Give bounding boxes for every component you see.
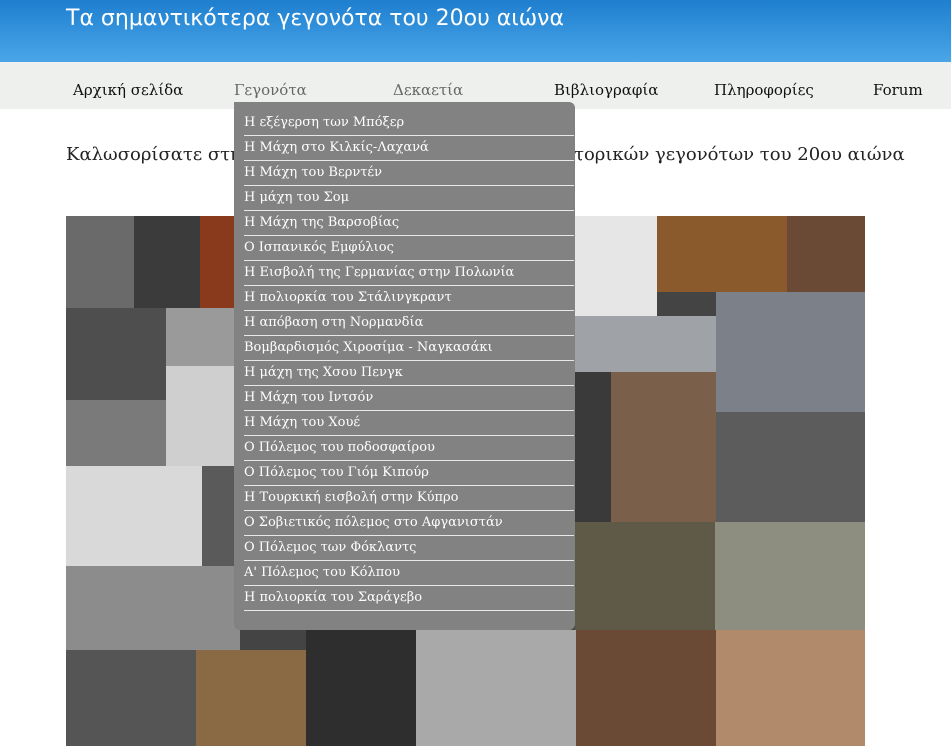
nav-decades[interactable]: Δεκαετία bbox=[393, 81, 463, 99]
collage-photo bbox=[134, 216, 200, 308]
collage-photo bbox=[716, 630, 865, 746]
dropdown-item-verdun[interactable]: Η Μάχη του Βερντέν bbox=[244, 161, 574, 186]
welcome-text-left: Καλωσορίσατε στη bbox=[66, 144, 241, 165]
dropdown-item-boxer-rebellion[interactable]: Η εξέγερση των Μπόξερ bbox=[244, 111, 574, 136]
collage-photo bbox=[66, 308, 166, 400]
dropdown-item-huaihai[interactable]: Η μάχη της Χσου Πενγκ bbox=[244, 361, 574, 386]
dropdown-item-football-war[interactable]: Ο Πόλεμος του ποδοσφαίρου bbox=[244, 436, 574, 461]
collage-photo bbox=[166, 366, 240, 466]
nav-bibliography[interactable]: Βιβλιογραφία bbox=[554, 81, 658, 99]
nav-info[interactable]: Πληροφορίες bbox=[714, 81, 814, 99]
site-title: Τα σημαντικότερα γεγονότα του 20ου αιώνα bbox=[66, 6, 564, 31]
collage-photo bbox=[716, 412, 865, 522]
collage-photo bbox=[716, 292, 865, 412]
collage-photo bbox=[66, 466, 202, 566]
collage-photo bbox=[575, 372, 611, 522]
collage-photo bbox=[575, 316, 716, 372]
dropdown-item-kilkis-lachanas[interactable]: Η Μάχη στο Κιλκίς-Λαχανά bbox=[244, 136, 574, 161]
collage-photo bbox=[575, 522, 715, 630]
dropdown-item-hue[interactable]: Η Μάχη του Χουέ bbox=[244, 411, 574, 436]
dropdown-item-normandy[interactable]: Η απόβαση στη Νορμανδία bbox=[244, 311, 574, 336]
dropdown-item-sarajevo[interactable]: Η πολιορκία του Σαράγεβο bbox=[244, 586, 574, 611]
nav-home[interactable]: Αρχική σελίδα bbox=[73, 81, 183, 99]
collage-photo bbox=[611, 372, 716, 522]
dropdown-item-falklands[interactable]: Ο Πόλεμος των Φόκλαντς bbox=[244, 536, 574, 561]
collage-photo bbox=[416, 630, 576, 746]
dropdown-item-soviet-afghan-war[interactable]: Ο Σοβιετικός πόλεμος στο Αφγανιστάν bbox=[244, 511, 574, 536]
collage-photo bbox=[715, 522, 865, 630]
collage-photo bbox=[66, 400, 166, 466]
dropdown-item-stalingrad[interactable]: Η πολιορκία του Στάλινγκραντ bbox=[244, 286, 574, 311]
welcome-text-right: τορικών γεγονότων του 20ου αιώνα bbox=[574, 144, 905, 165]
site-header: Τα σημαντικότερα γεγονότα του 20ου αιώνα bbox=[0, 0, 951, 62]
collage-photo bbox=[575, 216, 657, 316]
collage-photo bbox=[66, 566, 240, 650]
collage-photo bbox=[657, 216, 787, 292]
dropdown-item-hiroshima-nagasaki[interactable]: Βομβαρδισμός Χιροσίμα - Ναγκασάκι bbox=[244, 336, 574, 361]
nav-forum[interactable]: Forum bbox=[873, 81, 923, 99]
dropdown-item-inchon[interactable]: Η Μάχη του Ιντσόν bbox=[244, 386, 574, 411]
collage-photo bbox=[196, 650, 306, 746]
dropdown-item-warsaw[interactable]: Η Μάχη της Βαρσοβίας bbox=[244, 211, 574, 236]
dropdown-item-yom-kippur[interactable]: Ο Πόλεμος του Γιόμ Κιπούρ bbox=[244, 461, 574, 486]
dropdown-item-cyprus-invasion[interactable]: Η Τουρκική εισβολή στην Κύπρο bbox=[244, 486, 574, 511]
dropdown-item-invasion-of-poland[interactable]: Η Εισβολή της Γερμανίας στην Πολωνία bbox=[244, 261, 574, 286]
dropdown-item-somme[interactable]: Η μάχη του Σομ bbox=[244, 186, 574, 211]
collage-photo bbox=[66, 650, 196, 746]
collage-photo bbox=[787, 216, 865, 292]
collage-photo bbox=[576, 630, 716, 746]
collage-photo bbox=[306, 630, 416, 746]
collage-photo bbox=[66, 216, 134, 308]
dropdown-item-gulf-war[interactable]: Α' Πόλεμος του Κόλπου bbox=[244, 561, 574, 586]
nav-events[interactable]: Γεγονότα bbox=[234, 81, 307, 99]
dropdown-item-spanish-civil-war[interactable]: Ο Ισπανικός Εμφύλιος bbox=[244, 236, 574, 261]
events-dropdown-menu: Η εξέγερση των Μπόξερ Η Μάχη στο Κιλκίς-… bbox=[234, 102, 575, 630]
